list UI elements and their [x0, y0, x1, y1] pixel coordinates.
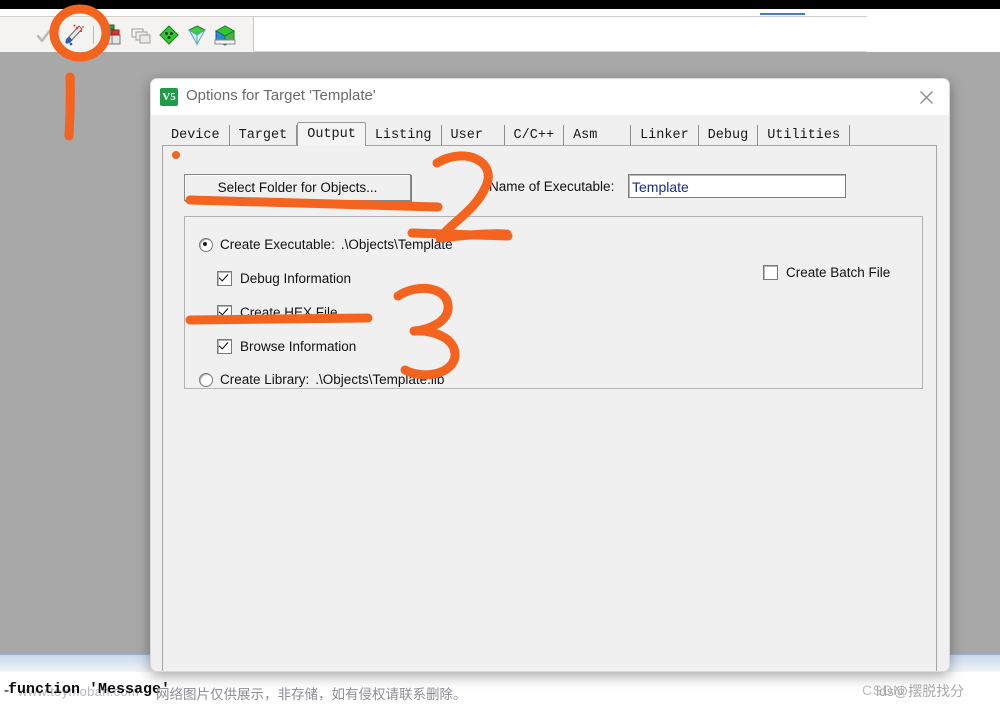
keil-uvision-icon: V5 [160, 88, 178, 106]
checkbox-row-create-batch-file[interactable]: Create Batch File [763, 265, 890, 280]
create-library-label: Create Library: [220, 372, 309, 387]
watermark-chinese-notice: 网络图片仅供展示，非存储，如有侵权请联系删除。 [156, 683, 467, 703]
tab-listing[interactable]: Listing [366, 125, 442, 146]
tab-asm[interactable]: Asm [564, 125, 631, 146]
dialog-title: Options for Target 'Template' [186, 87, 376, 104]
rebuild-check-icon[interactable] [34, 23, 58, 47]
create-library-path: .\Objects\Template.lib [315, 372, 444, 387]
checkbox-create-batch-file-icon[interactable] [763, 265, 778, 280]
create-executable-radio-row[interactable]: Create Executable: .\Objects\Template [199, 237, 453, 252]
tab-cpp[interactable]: C/C++ [505, 125, 565, 146]
watermark-csdn-overlay: lds@摆脱找分 [876, 681, 964, 701]
checkbox-row-debug-information[interactable]: Debug Information [217, 271, 351, 286]
screen-top-black-bar [0, 0, 1000, 9]
toolbar-icon-group [34, 21, 237, 49]
create-executable-label: Create Executable: [220, 237, 335, 252]
multi-project-window-icon[interactable] [129, 23, 153, 47]
green-diamond-icon[interactable] [157, 23, 181, 47]
magic-wand-target-options-icon[interactable] [62, 23, 86, 47]
create-executable-path: .\Objects\Template [341, 237, 453, 252]
package-diamond-icon[interactable] [213, 23, 237, 47]
checkbox-row-create-hex-file[interactable]: Create HEX File [217, 305, 338, 320]
checkbox-create-hex-file-label: Create HEX File [240, 305, 338, 320]
tab-user[interactable]: User [442, 125, 505, 146]
tab-output[interactable]: Output [297, 122, 366, 146]
tab-utilities[interactable]: Utilities [758, 125, 850, 146]
name-of-executable-input[interactable] [629, 175, 845, 197]
tab-device[interactable]: Device [162, 125, 230, 146]
checkbox-create-batch-file-label: Create Batch File [786, 265, 890, 280]
ide-toolbar-right-blank [867, 9, 1000, 52]
tab-target[interactable]: Target [230, 125, 298, 146]
checkbox-browse-information-label: Browse Information [240, 339, 356, 354]
tab-linker[interactable]: Linker [631, 125, 699, 146]
close-icon[interactable] [903, 79, 949, 115]
select-folder-for-objects-button[interactable]: Select Folder for Objects... [184, 174, 411, 201]
create-library-radio-row[interactable]: Create Library: .\Objects\Template.lib [199, 372, 444, 387]
checkbox-debug-information-icon[interactable] [217, 271, 232, 286]
status-code-line: function 'Message' [8, 681, 170, 698]
name-of-executable-label: Name of Executable: [489, 179, 614, 194]
toolbar-blue-marker [760, 13, 805, 15]
dialog-tabstrip: Device Target Output Listing User C/C++ … [162, 123, 850, 146]
name-of-executable-field[interactable] [628, 174, 846, 198]
checkbox-create-hex-file-icon[interactable] [217, 305, 232, 320]
options-for-target-dialog: V5 Options for Target 'Template' Device … [150, 78, 950, 672]
checkbox-row-browse-information[interactable]: Browse Information [217, 339, 356, 354]
dialog-title-bar: V5 Options for Target 'Template' [151, 79, 949, 116]
radio-create-library-icon[interactable] [199, 373, 213, 387]
toolbar-separator [93, 26, 94, 44]
checkbox-debug-information-label: Debug Information [240, 271, 351, 286]
screen-root: V5 Options for Target 'Template' Device … [0, 0, 1000, 704]
funnel-diamond-icon[interactable] [185, 23, 209, 47]
radio-create-executable-icon[interactable] [199, 238, 213, 252]
tab-debug[interactable]: Debug [699, 125, 759, 146]
manage-project-items-icon[interactable] [101, 23, 125, 47]
keil-icon-glyph: V5 [162, 92, 175, 103]
checkbox-browse-information-icon[interactable] [217, 339, 232, 354]
output-options-groupbox: Create Executable: .\Objects\Template De… [184, 216, 923, 389]
